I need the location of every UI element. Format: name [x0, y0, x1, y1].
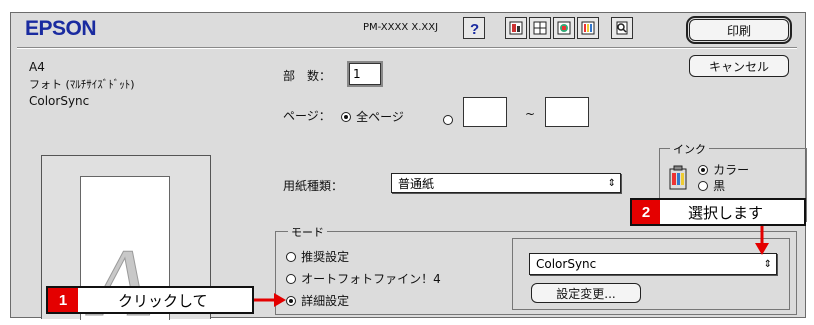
step1-arrow-icon — [254, 293, 286, 307]
mode-advanced-label: 詳細設定 — [301, 294, 350, 308]
utility-icon-2[interactable] — [529, 17, 551, 39]
copies-label: 部 数： — [283, 69, 332, 83]
change-settings-button[interactable]: 設定変更... — [531, 283, 641, 303]
copies-input[interactable]: 1 — [349, 63, 381, 85]
pages-to-input[interactable] — [545, 97, 589, 127]
media-type-value: 普通紙 — [398, 176, 435, 191]
paper-type-text: フォト (ﾏﾙﾁｻｲｽﾞﾄﾞｯﾄ) — [29, 78, 135, 91]
cancel-button[interactable]: キャンセル — [689, 55, 789, 77]
color-mode-text: ColorSync — [29, 94, 90, 108]
mode-autophotofine-option[interactable]: オートフォトファイン！4 — [286, 268, 441, 287]
step2-number-badge: 2 — [632, 200, 660, 224]
advanced-settings-box: ColorSync ⇕ 設定変更... — [512, 238, 790, 310]
utility-icon-4[interactable] — [577, 17, 599, 39]
ink-black-radio[interactable] — [698, 180, 708, 191]
select-arrows-icon: ⇕ — [607, 177, 616, 189]
preview-icon[interactable] — [611, 17, 633, 39]
ink-black-label: 黒 — [713, 179, 726, 193]
paper-size-text: A4 — [29, 60, 45, 74]
pages-range-radio[interactable] — [443, 114, 453, 125]
select-arrows-icon: ⇕ — [763, 258, 772, 270]
epson-logo: EPSON — [25, 17, 97, 40]
ink-cartridge-icon — [668, 165, 688, 195]
utility-icon-1[interactable] — [505, 17, 527, 39]
mode-autophotofine-radio[interactable] — [286, 273, 296, 284]
pages-separator: ~ — [525, 107, 536, 121]
media-type-select[interactable]: 普通紙 ⇕ — [391, 173, 621, 193]
step1-text: クリックして — [118, 291, 208, 310]
print-button[interactable]: 印刷 — [686, 16, 792, 44]
media-type-label: 用紙種類： — [283, 179, 344, 193]
pages-all-option[interactable]: 全ページ — [341, 106, 404, 125]
mode-autophotofine-label: オートフォトファイン！4 — [301, 272, 441, 286]
utility-icon-3[interactable] — [553, 17, 575, 39]
mode-recommended-radio[interactable] — [286, 251, 296, 262]
mode-recommended-option[interactable]: 推奨設定 — [286, 246, 349, 265]
ink-group-title: インク — [670, 141, 709, 157]
mode-group-title: モード — [288, 224, 327, 240]
step2-callout: 2 選択します — [630, 198, 806, 226]
model-label: PM-XXXX X.XXJ — [363, 22, 439, 33]
svg-text:?: ? — [470, 21, 479, 36]
mode-advanced-option[interactable]: 詳細設定 — [286, 290, 349, 309]
ink-color-radio[interactable] — [698, 164, 708, 175]
pages-all-label: 全ページ — [356, 110, 404, 124]
help-icon[interactable]: ? — [463, 17, 485, 39]
advanced-settings-value: ColorSync — [536, 257, 597, 271]
ink-black-option[interactable]: 黒 — [698, 175, 725, 194]
step1-callout: 1 クリックして — [46, 286, 254, 314]
paper-info: A4 フォト (ﾏﾙﾁｻｲｽﾞﾄﾞｯﾄ) ColorSync — [29, 59, 135, 110]
step2-text: 選択します — [688, 203, 764, 222]
mode-recommended-label: 推奨設定 — [301, 250, 350, 264]
mode-group: モード 推奨設定 オートフォトファイン！4 詳細設定 ColorSync ⇕ 設… — [275, 224, 797, 315]
step2-arrow-icon — [755, 226, 769, 255]
header-divider — [17, 47, 797, 49]
print-dialog: EPSON PM-XXXX X.XXJ ? 印刷 キャンセル A4 フォト (ﾏ… — [10, 12, 807, 325]
pages-label: ページ： — [283, 109, 331, 123]
advanced-settings-select[interactable]: ColorSync ⇕ — [529, 253, 777, 275]
pages-from-input[interactable] — [463, 97, 507, 127]
pages-all-radio[interactable] — [341, 111, 351, 122]
step1-number-badge: 1 — [48, 288, 78, 312]
